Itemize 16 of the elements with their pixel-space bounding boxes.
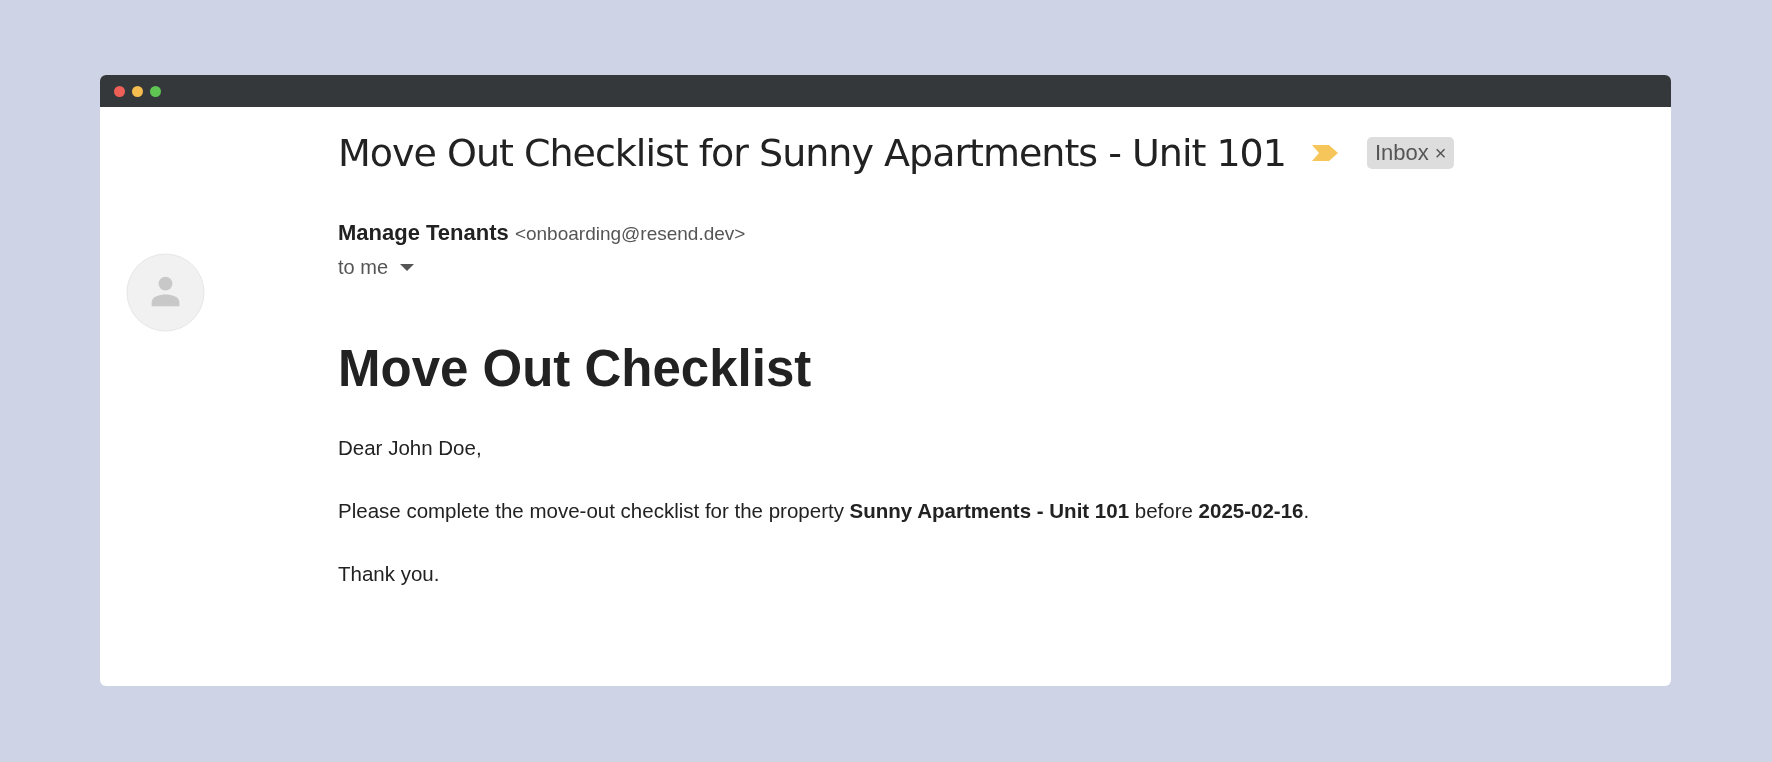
label-text: Inbox — [1374, 140, 1429, 166]
body-paragraph: Thank you. — [338, 561, 441, 587]
importance-marker-icon[interactable] — [1311, 145, 1338, 161]
window-control[interactable] — [150, 85, 161, 97]
body-paragraph: Please complete the move-out checklist for the property Sunny Apartments - Unit 101 before 2025-02-16. — [338, 498, 1311, 524]
caret-icon[interactable] — [400, 263, 415, 272]
sender-name: Manage Tenants — [338, 220, 509, 245]
email-heading: Move Out Checklist — [338, 339, 813, 398]
sender-email: <onboarding@resend.dev> — [514, 223, 746, 244]
remove-label-button[interactable]: × — [1434, 141, 1447, 165]
email-subject: Move Out Checklist for Sunny Apartments - Unit 101 — [338, 131, 1286, 175]
avatar-icon — [126, 253, 205, 332]
window-control[interactable] — [132, 85, 143, 97]
recipient-toggle[interactable]: to me — [338, 256, 389, 279]
window-control[interactable] — [114, 85, 125, 97]
body-paragraph: Dear John Doe, — [338, 435, 483, 461]
